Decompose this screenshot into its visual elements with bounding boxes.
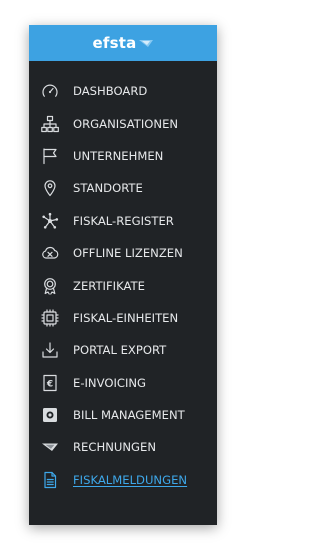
cloud-offline-icon bbox=[40, 243, 60, 263]
bill-icon bbox=[40, 405, 60, 425]
sidebar-item-label: E-INVOICING bbox=[73, 375, 147, 390]
sidebar: efsta DASHBOARD ORGANISATIONEN UNTERNEHM… bbox=[29, 25, 217, 525]
award-icon bbox=[40, 276, 60, 296]
sidebar-item-dashboard[interactable]: DASHBOARD bbox=[29, 75, 217, 107]
sidebar-item-fiskal-register[interactable]: FISKAL-REGISTER bbox=[29, 205, 217, 237]
download-tray-icon bbox=[40, 340, 60, 360]
sidebar-item-fiskalmeldungen[interactable]: FISKALMELDUNGEN bbox=[29, 464, 217, 496]
brand-wing-icon bbox=[40, 437, 60, 457]
sidebar-item-bill-management[interactable]: BILL MANAGEMENT bbox=[29, 399, 217, 431]
sidebar-item-label: ORGANISATIONEN bbox=[73, 116, 179, 131]
sidebar-item-label: PORTAL EXPORT bbox=[73, 343, 167, 358]
sidebar-item-zertifikate[interactable]: ZERTIFIKATE bbox=[29, 269, 217, 301]
brand-header[interactable]: efsta bbox=[29, 25, 217, 61]
sidebar-item-portal-export[interactable]: PORTAL EXPORT bbox=[29, 334, 217, 366]
sidebar-item-label: UNTERNEHMEN bbox=[73, 148, 164, 163]
map-pin-icon bbox=[40, 178, 60, 198]
sidebar-item-label: ZERTIFIKATE bbox=[73, 278, 145, 293]
sidebar-item-rechnungen[interactable]: RECHNUNGEN bbox=[29, 431, 217, 463]
document-icon bbox=[40, 470, 60, 490]
svg-text:€: € bbox=[46, 379, 53, 389]
sidebar-item-fiskal-einheiten[interactable]: FISKAL-EINHEITEN bbox=[29, 302, 217, 334]
sidebar-item-e-invoicing[interactable]: € E-INVOICING bbox=[29, 367, 217, 399]
e-invoice-icon: € bbox=[40, 373, 60, 393]
sidebar-menu: DASHBOARD ORGANISATIONEN UNTERNEHMEN STA… bbox=[29, 75, 217, 496]
brand-wing-icon bbox=[139, 39, 154, 47]
sidebar-item-label: RECHNUNGEN bbox=[73, 440, 157, 455]
sidebar-item-unternehmen[interactable]: UNTERNEHMEN bbox=[29, 140, 217, 172]
sidebar-item-label: BILL MANAGEMENT bbox=[73, 408, 185, 423]
brand-logo-text: efsta bbox=[92, 34, 137, 52]
sidebar-item-label: FISKALMELDUNGEN bbox=[73, 472, 188, 487]
flag-icon bbox=[40, 146, 60, 166]
chip-icon bbox=[40, 308, 60, 328]
sidebar-item-standorte[interactable]: STANDORTE bbox=[29, 172, 217, 204]
network-hub-icon bbox=[40, 211, 60, 231]
sidebar-item-label: OFFLINE LIZENZEN bbox=[73, 246, 183, 261]
sidebar-item-organisationen[interactable]: ORGANISATIONEN bbox=[29, 107, 217, 139]
sidebar-item-label: FISKAL-EINHEITEN bbox=[73, 310, 179, 325]
org-chart-icon bbox=[40, 114, 60, 134]
sidebar-item-label: DASHBOARD bbox=[73, 84, 148, 99]
gauge-icon bbox=[40, 81, 60, 101]
sidebar-item-label: FISKAL-REGISTER bbox=[73, 213, 174, 228]
sidebar-item-label: STANDORTE bbox=[73, 181, 143, 196]
sidebar-item-offline-lizenzen[interactable]: OFFLINE LIZENZEN bbox=[29, 237, 217, 269]
